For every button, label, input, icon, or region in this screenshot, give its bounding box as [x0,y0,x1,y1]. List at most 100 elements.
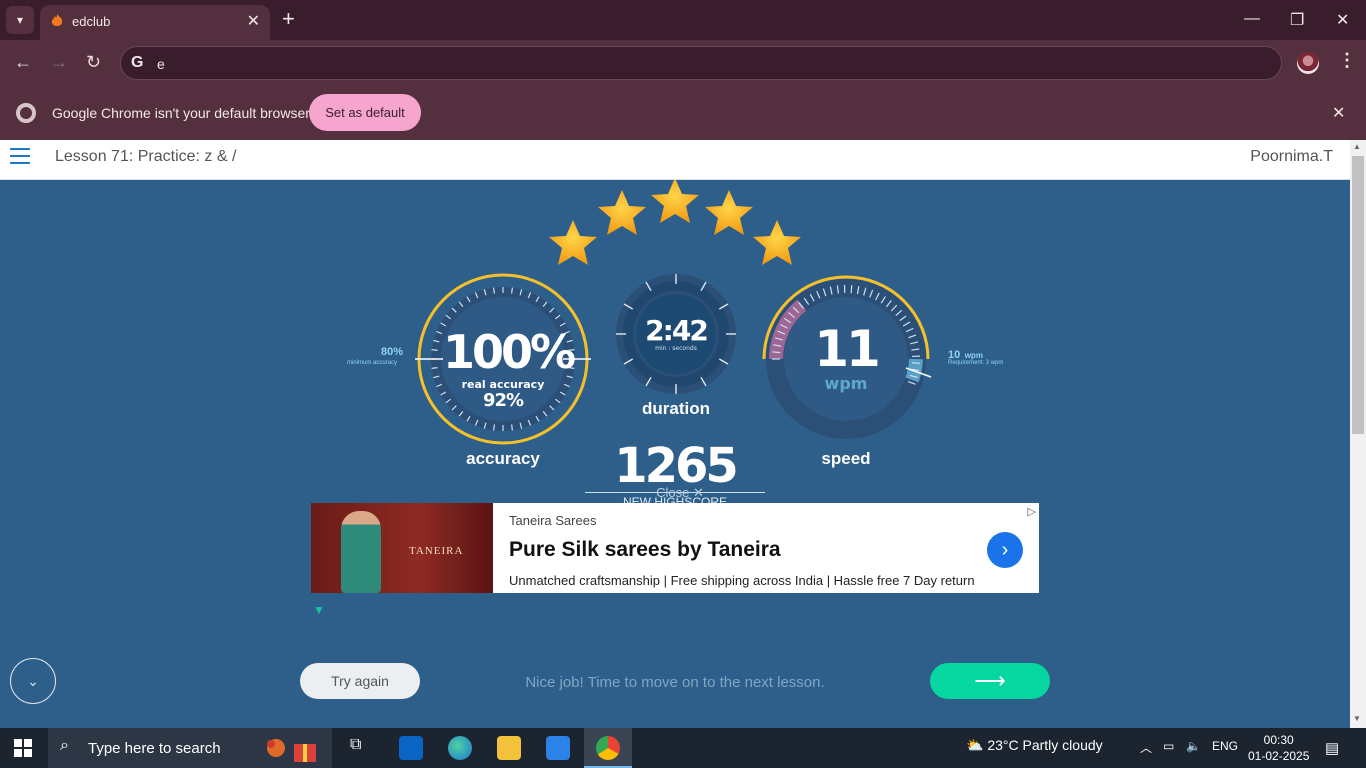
windows-start-icon[interactable] [14,739,32,757]
star-icon [651,180,699,223]
infobar-message: Google Chrome isn't your default browser [52,105,310,121]
clock[interactable]: 00:30 01-02-2025 [1248,732,1309,764]
chevron-up-icon[interactable]: ︿ [1140,739,1152,756]
search-icon: ⌕ [60,737,69,754]
notification-icon[interactable]: ▤ [1325,739,1339,757]
try-again-button[interactable]: Try again [300,663,420,699]
duration-unit: min : seconds [655,345,697,352]
task-view-icon[interactable]: ⧉ [350,736,374,760]
star-icon [598,190,646,235]
microsoft-store-icon[interactable] [546,736,570,760]
outlook-icon[interactable] [399,736,423,760]
chrome-taskbar-icon [596,736,620,760]
scroll-thumb[interactable] [1352,156,1364,434]
clock-date: 01-02-2025 [1248,749,1310,763]
language-indicator[interactable]: ENG [1212,739,1238,753]
chrome-icon [16,103,36,123]
set-default-button[interactable]: Set as default [309,94,421,131]
temperature: 23°C [987,737,1019,753]
minimum-accuracy-value: 80% [381,346,404,358]
scroll-down-button[interactable]: ⌄ [10,658,56,704]
gauge-tick [511,424,513,431]
browser-tab-bar: ▾ edclub ✕ + — ❐ ✕ [0,0,1366,40]
gauge-tick [850,285,853,294]
edclub-favicon-icon [51,14,63,26]
speed-caption: speed [821,449,871,468]
weather-condition: Partly cloudy [1022,737,1103,753]
profile-avatar[interactable] [1297,52,1319,74]
reload-icon[interactable]: ↻ [86,52,101,73]
rating-stars [549,180,801,265]
gauge-tick [511,287,513,294]
volume-icon[interactable]: 🔈 [1186,739,1201,753]
chevron-down-icon: ▾ [16,13,24,27]
adchoices-icon[interactable]: ▷ [1028,505,1036,518]
ad-image[interactable]: TANEIRA [311,503,493,593]
kebab-menu-icon[interactable]: ⋮ [1338,50,1356,71]
edge-icon[interactable] [448,736,472,760]
taskbar-search-placeholder[interactable]: Type here to search [88,740,221,757]
close-infobar-icon[interactable]: ✕ [1332,103,1345,123]
arrow-right-icon: ⟶ [974,668,1006,693]
speed-requirement-label: Requirement: 3 wpm [948,360,1004,366]
minimum-accuracy-label: minimum accuracy [347,360,398,366]
minimize-icon[interactable]: — [1244,10,1260,28]
default-browser-infobar: Google Chrome isn't your default browser… [0,86,1366,140]
gauge-tick [431,367,438,369]
browser-toolbar: ← → ↻ G e ⋮ [0,40,1366,86]
weather-widget[interactable]: ⛅ 23°C Partly cloudy [966,737,1103,754]
next-lesson-button[interactable]: ⟶ [930,663,1050,699]
lesson-title: Lesson 71: Practice: z & / [55,148,237,165]
gauge-tick [493,424,495,431]
partly-cloudy-icon: ⛅ [966,737,984,753]
ad-headline[interactable]: Pure Silk sarees by Taneira [509,538,781,562]
ad-image-brand: TANEIRA [409,545,464,557]
accuracy-value: 100% [443,325,576,379]
battery-icon[interactable]: ▭ [1163,739,1174,753]
duration-value: 2:42 [645,314,709,347]
ad-model-figure [341,511,381,593]
chevron-down-icon: ⌄ [27,672,39,689]
username[interactable]: Poornima.T [1250,148,1333,166]
windows-taskbar: ⌕ Type here to search ⧉ ⛅ 23°C Partly cl… [0,728,1366,768]
page-scrollbar[interactable]: ▲ ▼ [1350,140,1366,728]
scroll-up-icon[interactable]: ▲ [1353,142,1361,151]
speed-value: 11 [814,320,881,378]
browser-tab[interactable]: edclub ✕ [40,5,270,40]
close-window-icon[interactable]: ✕ [1336,10,1349,30]
tab-title: edclub [72,14,111,29]
gift-icon[interactable] [262,734,322,764]
gauge-tick [772,351,781,354]
star-icon [753,220,801,265]
close-highscore-button[interactable]: Close ✕ [640,485,720,501]
taskbar-chrome-button[interactable] [584,728,632,768]
restore-icon[interactable]: ❐ [1290,10,1304,30]
google-icon: G [131,54,144,71]
gauge-tick [493,287,495,294]
chevron-right-icon: › [1001,538,1009,561]
ad-source[interactable]: Taneira Sarees [509,513,596,528]
next-lesson-message: Nice job! Time to move on to the next le… [525,674,825,691]
close-tab-icon[interactable]: ✕ [247,11,260,31]
back-arrow-icon[interactable]: ← [14,52,32,73]
address-input[interactable]: e [157,56,165,72]
forward-arrow-icon[interactable]: → [50,52,68,73]
star-icon [705,190,753,235]
real-accuracy-value: 92% [482,390,524,411]
star-icon [549,220,597,265]
new-tab-icon[interactable]: + [282,8,295,30]
ad-open-button[interactable]: › [987,532,1023,568]
ad-banner[interactable]: TANEIRA Taneira Sarees Pure Silk sarees … [311,503,1039,593]
ad-feedback-icon[interactable]: ▼ [313,603,325,617]
duration-caption: duration [642,399,710,418]
address-bar[interactable]: G e [120,46,1282,80]
file-explorer-icon[interactable] [497,736,521,760]
tab-search-button[interactable]: ▾ [6,6,34,34]
clock-time: 00:30 [1263,733,1294,747]
results-panel: 100% real accuracy 92% accuracy 80% mini… [0,180,1350,728]
scroll-down-icon[interactable]: ▼ [1353,714,1361,723]
ad-description: Unmatched craftsmanship | Free shipping … [509,573,975,588]
hamburger-menu-icon[interactable] [10,148,30,164]
gauge-tick [431,349,438,351]
accuracy-caption: accuracy [466,449,540,468]
